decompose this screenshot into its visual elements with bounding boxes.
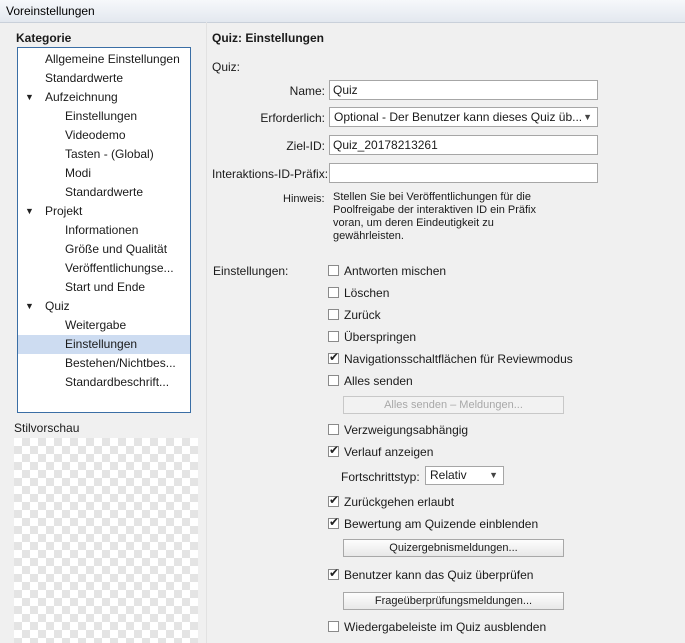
category-tree[interactable]: Allgemeine Einstellungen Standardwerte ▼ Au… [17, 47, 191, 413]
tree-item-label: Informationen [65, 223, 139, 237]
window-titlebar: Voreinstellungen [0, 0, 685, 23]
tree-item[interactable]: Einstellungen [18, 335, 190, 354]
window-title: Voreinstellungen [6, 4, 95, 18]
checkbox-box[interactable]: ✔ [328, 350, 340, 364]
tree-item[interactable]: ▼ Quiz [18, 297, 190, 316]
quiz-section-label: Quiz: [212, 60, 241, 74]
checkbox-label: Zurück [344, 308, 381, 322]
checkbox-label: Antworten mischen [344, 264, 447, 278]
checkbox-box[interactable] [328, 265, 339, 276]
chevron-down-icon: ▼ [583, 112, 592, 122]
category-title: Kategorie [16, 31, 72, 45]
target-id-label: Ziel-ID: [286, 139, 325, 153]
tree-item[interactable]: Tasten - (Global) [18, 145, 190, 164]
question-review-messages-button[interactable]: Frageüberprüfungsmeldungen... [343, 592, 564, 610]
checkmark-icon: ✔ [329, 443, 340, 457]
quiz-result-messages-button[interactable]: Quizergebnismeldungen... [343, 539, 564, 557]
checkbox-label: Zurückgehen erlaubt [344, 495, 455, 509]
tree-item[interactable]: Weitergabe [18, 316, 190, 335]
tree-item[interactable]: Standardwerte [18, 69, 190, 88]
checkbox-label: Alles senden [344, 374, 413, 388]
tree-item[interactable]: Bestehen/Nichtbes... [18, 354, 190, 373]
checkmark-icon: ✔ [329, 515, 340, 529]
style-preview-canvas [14, 438, 198, 643]
checkbox-box[interactable] [328, 424, 339, 435]
tree-item-label: Aufzeichnung [45, 90, 118, 104]
tree-expand-icon[interactable]: ▼ [25, 88, 34, 107]
required-select[interactable]: Optional - Der Benutzer kann dieses Quiz… [329, 107, 598, 127]
progress-type-label: Fortschrittstyp: [341, 470, 420, 484]
tree-item-label: Einstellungen [65, 109, 138, 123]
tree-item[interactable]: Start und Ende [18, 278, 190, 297]
tree-item[interactable]: Informationen [18, 221, 190, 240]
checkbox-label: Verlauf anzeigen [344, 445, 434, 459]
tree-item[interactable]: Allgemeine Einstellungen [18, 50, 190, 69]
tree-item[interactable]: ▼ Aufzeichnung [18, 88, 190, 107]
tree-item-label: Videodemo [65, 128, 126, 142]
tree-item-label: Quiz [45, 299, 70, 313]
checkbox-label: Bewertung am Quizende einblenden [344, 517, 539, 531]
tree-item[interactable]: Modi [18, 164, 190, 183]
tree-item[interactable]: ▼ Projekt [18, 202, 190, 221]
checkbox-box[interactable] [328, 331, 339, 342]
tree-item[interactable]: Größe und Qualität [18, 240, 190, 259]
tree-item-label: Weitergabe [65, 318, 127, 332]
checkbox-label: Wiedergabeleiste im Quiz ausblenden [344, 620, 547, 634]
checkbox-box[interactable]: ✔ [328, 443, 340, 457]
tree-item-label: Projekt [45, 204, 83, 218]
checkmark-icon: ✔ [329, 350, 340, 364]
checkbox-label: Verzweigungsabhängig [344, 423, 469, 437]
tree-item-label: Bestehen/Nichtbes... [65, 356, 176, 370]
tree-item-label: Standardwerte [65, 185, 144, 199]
progress-type-select[interactable]: Relativ ▼ [425, 466, 504, 485]
checkbox-label: Navigationsschaltflächen für Reviewmodus [344, 352, 573, 366]
checkbox-box[interactable] [328, 375, 339, 386]
checkbox-box[interactable] [328, 621, 339, 632]
target-id-input[interactable]: Quiz_20178213261 [329, 135, 598, 155]
progress-type-value: Relativ [430, 468, 467, 482]
tree-expand-icon[interactable]: ▼ [25, 297, 34, 316]
name-label: Name: [289, 84, 325, 98]
tree-item-label: Modi [65, 166, 92, 180]
checkbox-label: Überspringen [344, 330, 417, 344]
tree-item[interactable]: Veröffentlichungse... [18, 259, 190, 278]
checkbox-box[interactable]: ✔ [328, 493, 340, 507]
checkmark-icon: ✔ [329, 493, 340, 507]
name-input[interactable]: Quiz [329, 80, 598, 100]
hint-text: Stellen Sie bei Veröffentlichungen für d… [333, 191, 536, 242]
hint-label: Hinweis: [283, 193, 325, 205]
tree-item-label: Start und Ende [65, 280, 146, 294]
checkbox-box[interactable]: ✔ [328, 515, 340, 529]
page-title: Quiz: Einstellungen [212, 31, 325, 45]
send-all-messages-button: Alles senden – Meldungen... [343, 396, 564, 414]
required-label: Erforderlich: [260, 111, 325, 125]
checkbox-box[interactable]: ✔ [328, 566, 340, 580]
tree-item-label: Allgemeine Einstellungen [45, 52, 180, 66]
checkbox-label: Benutzer kann das Quiz überprüfen [344, 568, 534, 582]
tree-item[interactable]: Einstellungen [18, 107, 190, 126]
settings-label: Einstellungen: [213, 264, 289, 278]
tree-item[interactable]: Standardbeschrift... [18, 373, 190, 392]
tree-item-label: Einstellungen [65, 337, 138, 351]
interaction-prefix-input[interactable] [329, 163, 598, 183]
tree-item-label: Standardbeschrift... [65, 375, 170, 389]
tree-expand-icon[interactable]: ▼ [25, 202, 34, 221]
tree-item-label: Veröffentlichungse... [65, 261, 174, 275]
tree-item[interactable]: Standardwerte [18, 183, 190, 202]
checkbox-box[interactable] [328, 287, 339, 298]
style-preview-label: Stilvorschau [14, 421, 80, 435]
checkmark-icon: ✔ [329, 566, 340, 580]
tree-item-label: Größe und Qualität [65, 242, 168, 256]
tree-item-label: Standardwerte [45, 71, 124, 85]
panel-divider [206, 22, 207, 643]
tree-item-label: Tasten - (Global) [65, 147, 154, 161]
checkbox-label: Löschen [344, 286, 390, 300]
chevron-down-icon: ▼ [489, 470, 498, 480]
tree-item[interactable]: Videodemo [18, 126, 190, 145]
interaction-prefix-label: Interaktions-ID-Präfix: [212, 167, 329, 181]
required-select-value: Optional - Der Benutzer kann dieses Quiz… [334, 110, 583, 124]
checkbox-box[interactable] [328, 309, 339, 320]
